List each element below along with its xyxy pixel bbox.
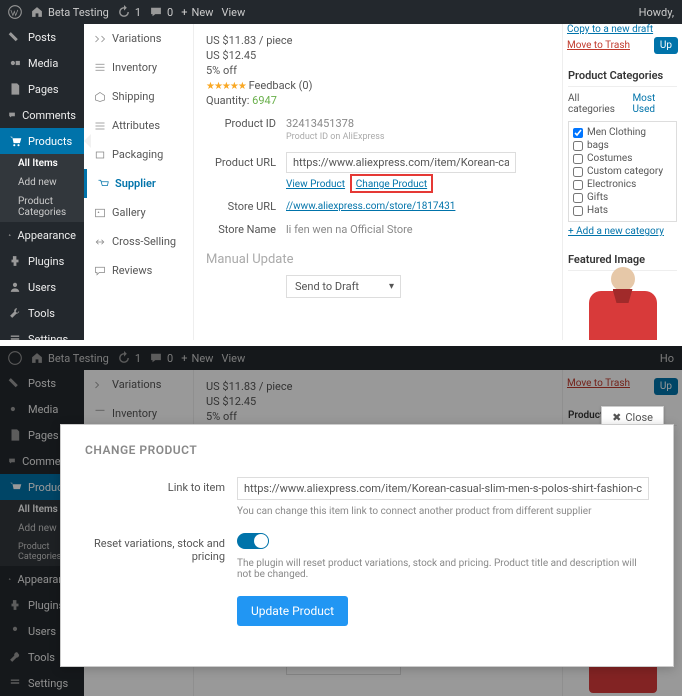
- update-button[interactable]: Up: [654, 37, 678, 54]
- tab-gallery[interactable]: Gallery: [84, 198, 193, 227]
- view-product-link[interactable]: View Product: [286, 179, 345, 190]
- change-product-link[interactable]: Change Product: [356, 179, 427, 190]
- menu-comments[interactable]: Comments: [0, 102, 84, 128]
- admin-bar: Beta Testing 1 0 + New View Howdy,: [0, 0, 682, 24]
- store-url-label: Store URL: [206, 200, 276, 213]
- comments-count[interactable]: 0: [149, 5, 173, 19]
- tab-reviews[interactable]: Reviews: [84, 256, 193, 285]
- wp-logo[interactable]: [8, 5, 22, 19]
- update-product-button[interactable]: Update Product: [237, 596, 348, 626]
- cat-checkbox[interactable]: Gifts: [573, 191, 672, 204]
- cat-checkbox[interactable]: Costumes: [573, 152, 672, 165]
- reset-hint: The plugin will reset product variations…: [237, 558, 649, 580]
- link-to-item-input[interactable]: [237, 477, 649, 500]
- tab-inventory[interactable]: Inventory: [84, 53, 193, 82]
- store-name-label: Store Name: [206, 223, 276, 236]
- change-product-modal: CHANGE PRODUCT Link to item You can chan…: [60, 424, 674, 667]
- submenu-all-items[interactable]: All Items: [0, 154, 84, 173]
- menu-products[interactable]: Products: [0, 128, 84, 154]
- product-id-label: Product ID: [206, 117, 276, 130]
- tab-cross-selling[interactable]: Cross-Selling: [84, 227, 193, 256]
- cat-tab-most-used[interactable]: Most Used: [632, 93, 677, 115]
- move-to-trash-link[interactable]: Move to Trash: [567, 40, 630, 51]
- admin-sidebar: Posts Media Pages Comments Products All …: [0, 24, 84, 340]
- submenu-product-categories[interactable]: Product Categories: [0, 192, 84, 222]
- price-per-piece: US $11.83 / piece: [206, 34, 550, 47]
- view-link[interactable]: View: [221, 6, 245, 19]
- feedback-count: Feedback (0): [249, 79, 313, 92]
- reset-label: Reset variations, stock and pricing: [85, 533, 225, 580]
- menu-media[interactable]: Media: [0, 50, 84, 76]
- menu-posts[interactable]: Posts: [0, 24, 84, 50]
- howdy[interactable]: Howdy,: [639, 6, 674, 19]
- site-name[interactable]: Beta Testing: [30, 5, 109, 19]
- product-url-input[interactable]: [286, 152, 516, 173]
- new-link[interactable]: + New: [181, 6, 213, 19]
- store-url-link[interactable]: //www.aliexpress.com/store/1817431: [286, 201, 455, 212]
- cat-tab-all[interactable]: All categories: [568, 93, 624, 115]
- discount: 5% off: [206, 64, 550, 77]
- copy-draft-link[interactable]: Copy to a new draft: [567, 24, 653, 35]
- tab-shipping[interactable]: Shipping: [84, 82, 193, 111]
- cat-checkbox[interactable]: Electronics: [573, 178, 672, 191]
- tab-attributes[interactable]: Attributes: [84, 111, 193, 140]
- cat-checkbox[interactable]: Custom category: [573, 165, 672, 178]
- cat-checkbox[interactable]: bags: [573, 139, 672, 152]
- menu-appearance[interactable]: Appearance: [0, 222, 84, 248]
- product-id-hint: Product ID on AliExpress: [286, 132, 550, 142]
- product-url-label: Product URL: [206, 156, 276, 169]
- product-main: US $11.83 / piece US $12.45 5% off ★★★★★…: [194, 24, 562, 340]
- updates[interactable]: 1: [117, 5, 141, 19]
- star-icon: ★★★★★: [206, 81, 246, 92]
- close-icon: ✖: [612, 411, 621, 424]
- tab-packaging[interactable]: Packaging: [84, 140, 193, 169]
- price-total: US $12.45: [206, 49, 550, 62]
- menu-tools[interactable]: Tools: [0, 300, 84, 326]
- menu-settings[interactable]: Settings: [0, 326, 84, 340]
- menu-pages[interactable]: Pages: [0, 76, 84, 102]
- cat-checkbox[interactable]: Men Clothing: [573, 126, 672, 139]
- modal-title: CHANGE PRODUCT: [85, 443, 649, 457]
- tab-supplier[interactable]: Supplier: [84, 169, 193, 198]
- menu-users[interactable]: Users: [0, 274, 84, 300]
- product-id-value: 32413451378: [286, 117, 550, 130]
- tab-variations[interactable]: Variations: [84, 24, 193, 53]
- meta-sidebar: Copy to a new draft Move to Trash Up Pro…: [562, 24, 682, 340]
- reset-toggle[interactable]: [237, 533, 269, 549]
- categories-box-title: Product Categories: [568, 65, 677, 87]
- quantity-value: 6947: [252, 94, 277, 107]
- category-list: Men Clothing bags Costumes Custom catego…: [568, 121, 677, 222]
- add-category-link[interactable]: + Add a new category: [568, 226, 664, 237]
- submenu-add-new[interactable]: Add new: [0, 173, 84, 192]
- manual-update-title: Manual Update: [206, 252, 550, 267]
- store-name-value: li fen wen na Official Store: [286, 223, 550, 236]
- menu-plugins[interactable]: Plugins: [0, 248, 84, 274]
- send-to-draft-select[interactable]: Send to Draft: [286, 275, 401, 298]
- quantity-label: Quantity:: [206, 94, 249, 107]
- link-hint: You can change this item link to connect…: [237, 506, 649, 517]
- featured-image[interactable]: Lifenwenna: [583, 275, 663, 340]
- product-tabs: Variations Inventory Shipping Attributes…: [84, 24, 194, 340]
- link-to-item-label: Link to item: [85, 477, 225, 517]
- cat-checkbox[interactable]: Hats: [573, 204, 672, 217]
